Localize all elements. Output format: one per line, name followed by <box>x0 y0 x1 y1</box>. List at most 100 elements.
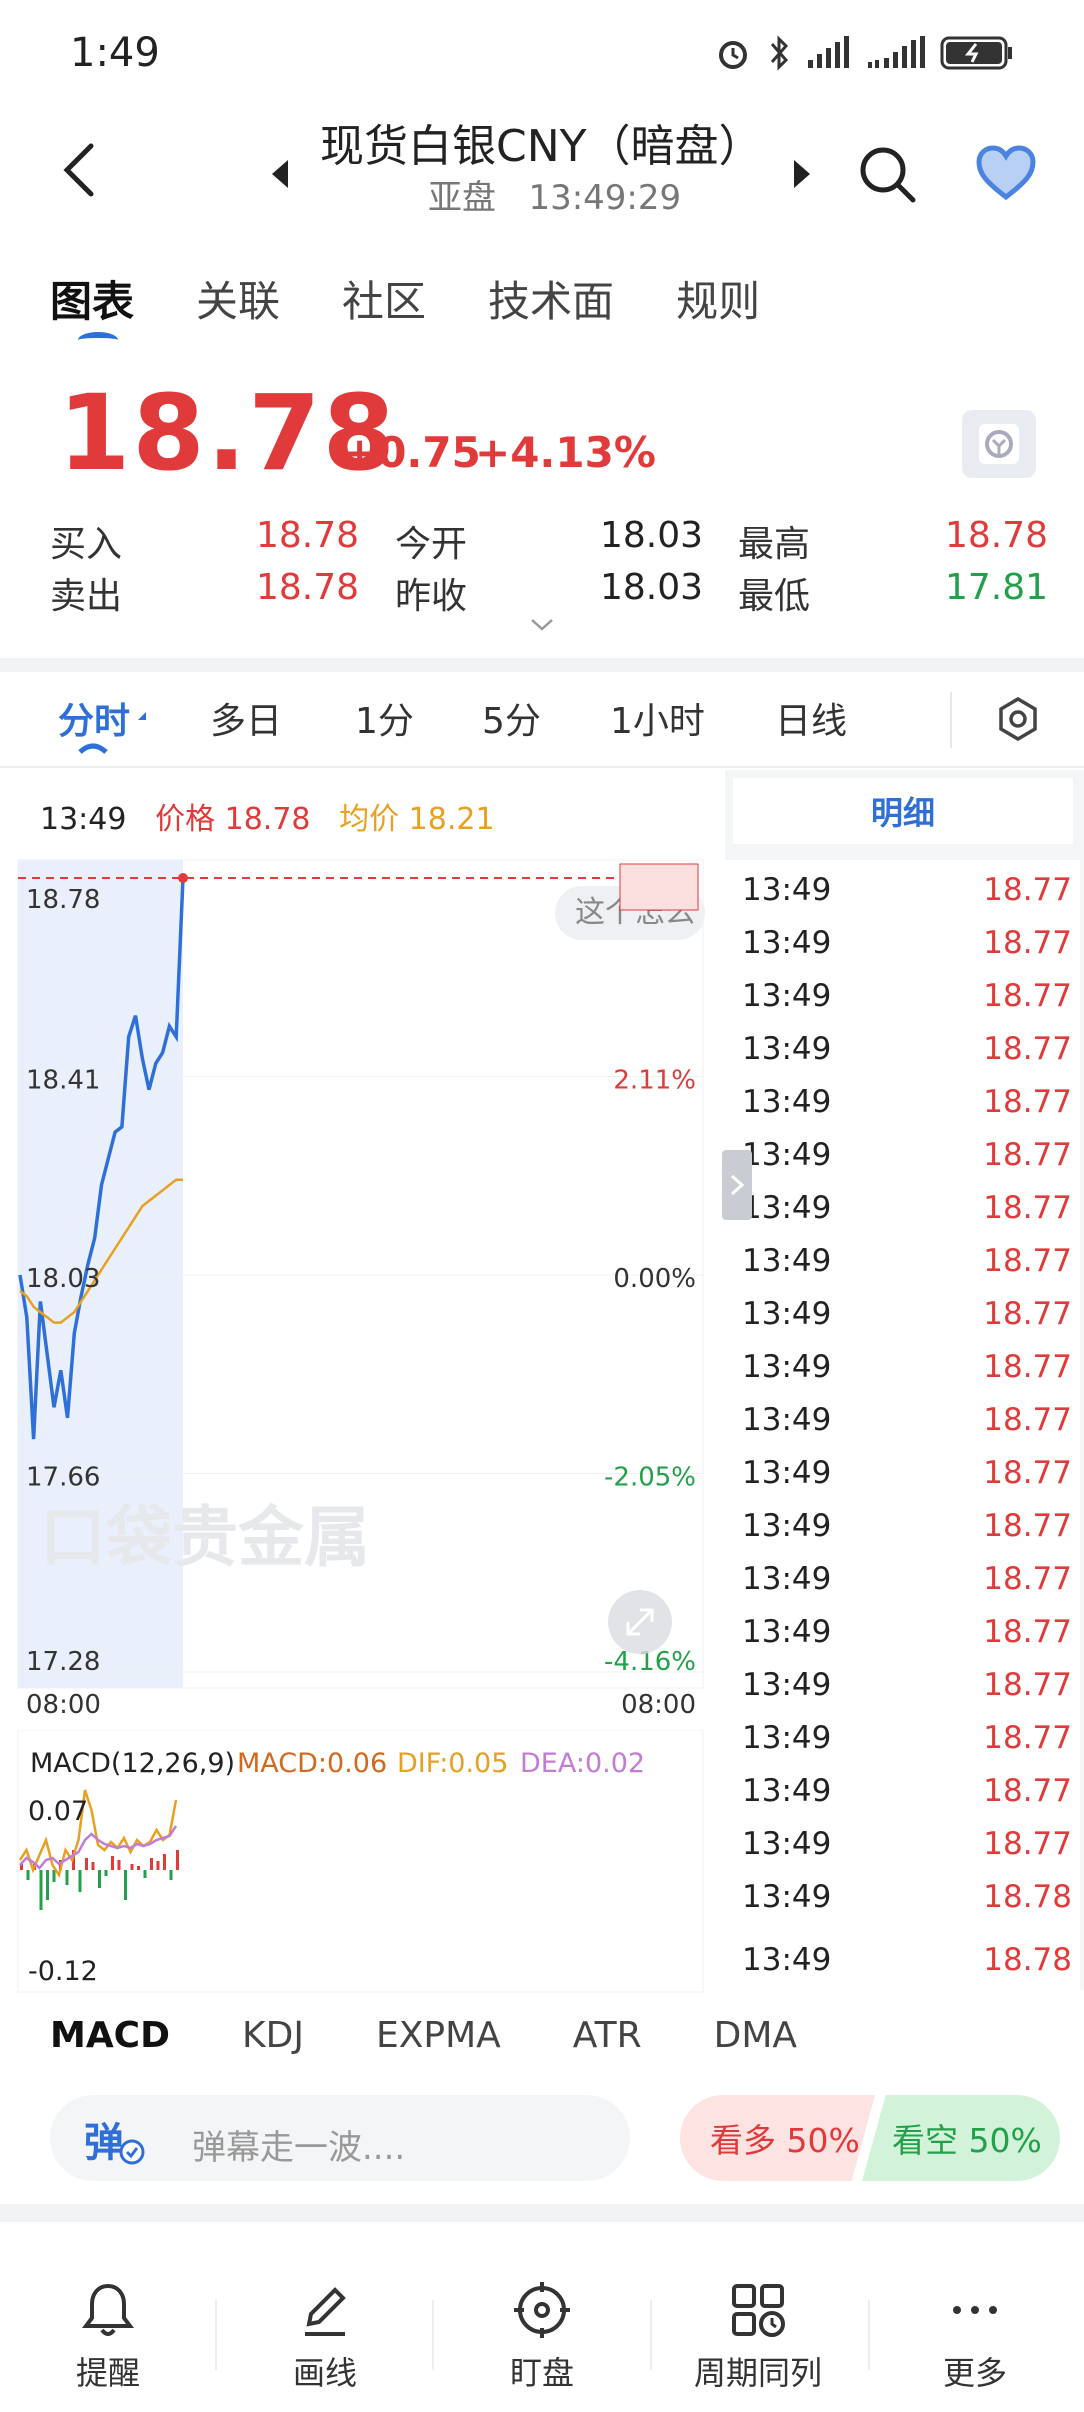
stat-high-label: 最高 <box>738 524 811 565</box>
detail-price: 18.77 <box>983 1190 1072 1226</box>
y-tick-left: 18.78 <box>26 885 100 915</box>
back-button[interactable] <box>55 140 105 200</box>
expand-chevron-icon[interactable] <box>530 618 554 632</box>
status-icons <box>714 34 1014 72</box>
bullish-vote-button[interactable]: 看多 50% <box>680 2095 875 2181</box>
stat-low-value: 17.81 <box>945 567 1049 608</box>
detail-row: 13:49 18.77 <box>742 1296 1072 1332</box>
dif-value: DIF:0.05 <box>397 1748 508 1779</box>
detail-row: 13:49 18.77 <box>742 1614 1072 1650</box>
bell-icon <box>82 2283 134 2336</box>
indicator-atr[interactable]: ATR <box>573 2015 642 2056</box>
price-change: +0.75 <box>342 428 481 477</box>
macd-bar <box>104 1870 108 1876</box>
macd-bar <box>156 1861 160 1870</box>
period-daily[interactable]: 日线 <box>775 692 847 744</box>
macd-bar <box>137 1866 140 1870</box>
macd-bar <box>65 1870 69 1885</box>
chart-price-value: 18.78 <box>224 802 311 837</box>
nav-period-compare[interactable]: 周期同列 <box>688 2280 828 2394</box>
detail-time: 13:49 <box>742 978 832 1014</box>
more-icon <box>953 2306 997 2314</box>
macd-bar <box>26 1870 30 1880</box>
detail-price: 18.77 <box>983 925 1072 961</box>
detail-row: 13:49 18.77 <box>742 1190 1072 1226</box>
chart-x-ticks: 08:00 08:00 <box>26 1690 696 1720</box>
tab-community[interactable]: 社区 <box>342 268 426 329</box>
macd-y-bottom: -0.12 <box>28 1956 98 1987</box>
detail-time: 13:49 <box>742 872 832 908</box>
nav-more[interactable]: 更多 <box>905 2280 1045 2394</box>
indicator-macd[interactable]: MACD <box>50 2015 170 2056</box>
search-icon[interactable] <box>855 142 919 206</box>
nav-separator <box>215 2300 217 2370</box>
period-intraday[interactable]: 分时 <box>58 692 130 744</box>
nav-more-label: 更多 <box>942 2354 1007 2392</box>
macd-bar <box>150 1858 153 1870</box>
nav-separator <box>868 2300 870 2370</box>
detail-title[interactable]: 明细 <box>733 778 1073 844</box>
y-tick-left: 17.66 <box>26 1463 100 1493</box>
macd-bar <box>163 1854 166 1870</box>
detail-price: 18.78 <box>983 1879 1072 1915</box>
next-instrument-arrow[interactable] <box>790 158 814 190</box>
detail-time: 13:49 <box>742 1455 832 1491</box>
snapshot-button[interactable] <box>962 410 1036 478</box>
detail-time: 13:49 <box>742 1826 832 1862</box>
bearish-vote-button[interactable]: 看空 50% <box>862 2095 1060 2181</box>
nav-watch[interactable]: 盯盘 <box>472 2280 612 2394</box>
grid-clock-icon <box>732 2284 785 2337</box>
nav-draw[interactable]: 画线 <box>255 2280 395 2394</box>
stat-ask-value: 18.78 <box>256 567 360 608</box>
detail-row: 13:49 18.77 <box>742 1349 1072 1385</box>
indicator-expma[interactable]: EXPMA <box>376 2015 501 2056</box>
nav-watch-label: 盯盘 <box>509 2354 574 2392</box>
tab-related[interactable]: 关联 <box>196 268 280 329</box>
detail-row: 13:49 18.77 <box>742 1084 1072 1120</box>
y-tick-right: 0.00% <box>613 1264 696 1294</box>
macd-bar <box>91 1862 95 1870</box>
intraday-chart[interactable]: 18.784.16%18.412.11%18.030.00%17.66-2.05… <box>0 840 720 1720</box>
macd-bar <box>98 1870 101 1888</box>
chart-settings-icon[interactable] <box>995 696 1041 742</box>
battery-icon <box>940 36 1012 70</box>
macd-bar <box>78 1870 82 1892</box>
current-price-tag-bg <box>619 863 699 911</box>
detail-row: 13:49 18.77 <box>742 1720 1072 1756</box>
nav-alert[interactable]: 提醒 <box>38 2280 178 2394</box>
period-tabs: 分时 多日 1分 5分 1小时 日线 <box>0 672 1084 768</box>
detail-time: 13:49 <box>742 1561 832 1597</box>
chart-time: 13:49 <box>40 802 127 837</box>
tab-chart[interactable]: 图表 <box>50 268 134 338</box>
pencil-icon <box>305 2287 346 2336</box>
period-multiday[interactable]: 多日 <box>210 692 282 744</box>
indicator-kdj[interactable]: KDJ <box>242 2015 304 2056</box>
favorite-heart-icon[interactable] <box>975 145 1037 201</box>
detail-price: 18.77 <box>983 1243 1072 1279</box>
stat-bid-value: 18.78 <box>256 515 360 556</box>
page-title: 现货白银CNY（暗盘） <box>320 121 763 172</box>
detail-time: 13:49 <box>742 1031 832 1067</box>
period-5min[interactable]: 5分 <box>482 692 541 744</box>
macd-bar <box>52 1870 56 1882</box>
detail-price: 18.77 <box>983 1561 1072 1597</box>
bluetooth-icon <box>770 35 789 71</box>
tab-technical[interactable]: 技术面 <box>488 268 614 329</box>
detail-row: 13:49 18.77 <box>742 1031 1072 1067</box>
detail-price: 18.77 <box>983 1826 1072 1862</box>
macd-bar <box>85 1858 88 1870</box>
nav-alert-label: 提醒 <box>75 2354 140 2392</box>
session-info: 亚盘 13:49:29 <box>428 170 681 219</box>
macd-chart[interactable]: MACD(12,26,9) MACD:0.06 DIF:0.05 DEA:0.0… <box>0 1730 720 1995</box>
tab-rules[interactable]: 规则 <box>676 268 760 329</box>
macd-value: MACD:0.06 <box>237 1748 387 1779</box>
prev-instrument-arrow[interactable] <box>268 158 292 190</box>
period-1min[interactable]: 1分 <box>355 692 414 744</box>
detail-price: 18.77 <box>983 1773 1072 1809</box>
period-1hour[interactable]: 1小时 <box>610 692 705 744</box>
indicator-dma[interactable]: DMA <box>714 2015 797 2056</box>
x-tick: 08:00 <box>26 1690 101 1720</box>
stat-high-value: 18.78 <box>945 515 1049 556</box>
panel-collapse-handle[interactable] <box>722 1150 752 1220</box>
last-price-point <box>178 873 188 883</box>
